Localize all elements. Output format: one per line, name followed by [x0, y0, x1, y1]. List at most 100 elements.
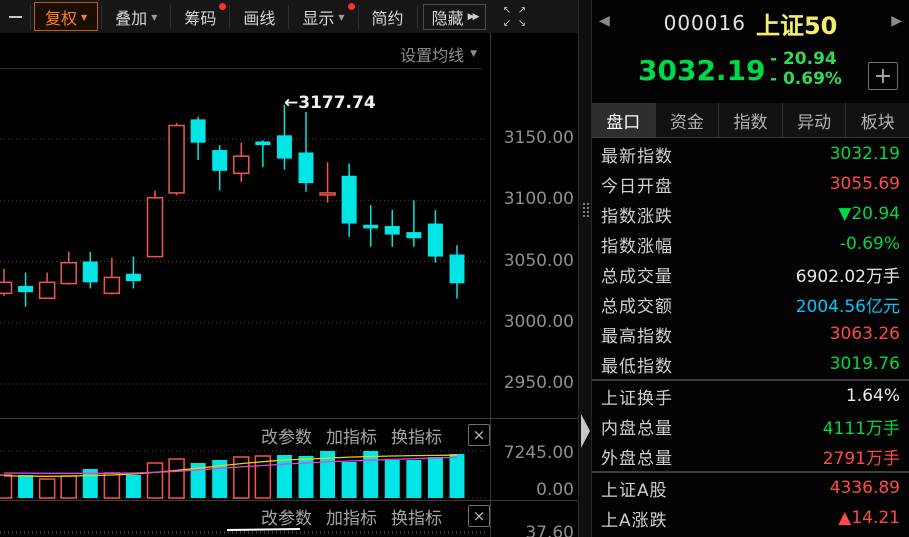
- indicator-axis-label: 37.60: [525, 523, 574, 537]
- tab-yidong[interactable]: 异动: [781, 103, 846, 137]
- toolbar-button-label: 复权: [45, 8, 78, 28]
- volume-pane-divider: [0, 418, 578, 419]
- prev-stock-arrow[interactable]: ◀: [599, 13, 610, 29]
- volume-pane-header: 改参数 加指标 换指标 ×: [261, 423, 490, 448]
- add-indicator-button[interactable]: 加指标: [326, 504, 377, 529]
- quote-row: 指数涨幅 -0.69%: [592, 229, 909, 259]
- quote-row: 最低指数 3019.76: [592, 349, 909, 379]
- ma-settings-button[interactable]: 设置均线 ▼: [400, 42, 477, 66]
- tab-zijin[interactable]: 资金: [654, 103, 719, 137]
- minimize-toolbar-button[interactable]: [0, 0, 30, 33]
- close-pane-button[interactable]: ×: [468, 424, 490, 446]
- panel-splitter[interactable]: [578, 0, 592, 537]
- collapse-panel-arrow[interactable]: [581, 414, 590, 448]
- quote-row: 最高指数 3063.26: [592, 319, 909, 349]
- toolbar-button-label: 画线: [243, 8, 276, 28]
- quote-row: 最新指数 3032.19: [592, 139, 909, 169]
- stock-name: 上证50: [755, 11, 838, 40]
- tab-bankuai[interactable]: 板块: [845, 103, 909, 137]
- chevron-down-icon: ▼: [338, 13, 345, 22]
- chart-area: 设置均线 ▼ ←3177.74 3150.00 3100.00 3050.00 300…: [0, 33, 578, 537]
- row-value: 6902.02万手: [795, 266, 900, 287]
- toolbar-button-display[interactable]: 显示 ▼: [289, 0, 357, 33]
- last-price: 3032.19: [638, 54, 766, 87]
- toolbar-divider: [416, 4, 418, 29]
- quote-header: ◀ 000016 上证50 ▶: [592, 0, 909, 46]
- double-chevron-right-icon: ▶▶: [467, 11, 480, 22]
- row-value: 4336.89: [829, 478, 900, 498]
- row-label: 最高指数: [601, 326, 673, 347]
- toolbar-button-hide-panel[interactable]: 隐藏 ▶▶: [422, 3, 487, 30]
- row-value: ▲14.21: [838, 508, 900, 528]
- quote-row: 上A涨跌 ▲14.21: [592, 503, 909, 533]
- volume-axis-zero-label: 0.00: [536, 480, 574, 500]
- expand-arrow-icon: ↗: [517, 4, 527, 16]
- minus-icon: [8, 15, 22, 18]
- toolbar-button-chips[interactable]: 筹码: [171, 0, 229, 33]
- row-value: 3019.76: [829, 354, 900, 374]
- y-axis-line: [490, 33, 491, 537]
- price-change: - 20.94 - 0.69%: [770, 49, 842, 89]
- next-stock-arrow[interactable]: ▶: [891, 13, 902, 29]
- quote-row: 上证换手 1.64%: [592, 381, 909, 411]
- plus-icon: +: [873, 63, 893, 89]
- notification-dot-icon: [347, 3, 355, 10]
- tab-zhishu[interactable]: 指数: [718, 103, 782, 137]
- tab-pankou[interactable]: 盘口: [592, 103, 655, 137]
- add-to-watchlist-button[interactable]: +: [868, 62, 898, 90]
- toolbar-button-label: 隐藏: [431, 8, 464, 28]
- chevron-down-icon: ▼: [81, 13, 88, 22]
- chevron-down-icon: ▼: [151, 13, 158, 22]
- quote-row: 指数涨跌 ▼20.94: [592, 199, 909, 229]
- fullscreen-expand-button[interactable]: ↖ ↗ ↙ ↘: [499, 4, 529, 30]
- price-tick-label: 3150.00: [503, 128, 574, 148]
- quote-row: 总成交量 6902.02万手: [592, 259, 909, 289]
- quote-row: 今日开盘 3055.69: [592, 169, 909, 199]
- row-label: 最新指数: [601, 146, 673, 167]
- toolbar-button-draw-line[interactable]: 画线: [230, 0, 288, 33]
- expand-arrow-icon: ↘: [517, 17, 527, 29]
- close-pane-button[interactable]: ×: [468, 505, 490, 527]
- trading-app: 复权 ▼ 叠加 ▼ 筹码 画线 显示 ▼ 简约 隐藏 ▶▶ ↖ ↗ ↙ ↘ 设置均线 ▼ ←3177.74…: [0, 0, 909, 537]
- quote-row: 总成交额 2004.56亿元: [592, 289, 909, 319]
- row-value: 1.64%: [845, 386, 900, 406]
- row-value: 2004.56亿元: [795, 296, 900, 317]
- row-value: 2791万手: [822, 448, 900, 469]
- volume-axis-max-label: 7245.00: [503, 443, 574, 463]
- change-percent: - 0.69%: [770, 69, 842, 89]
- toolbar-button-label: 简约: [371, 8, 404, 28]
- edit-params-button[interactable]: 改参数: [261, 504, 312, 529]
- toolbar-button-overlay[interactable]: 叠加 ▼: [102, 0, 170, 33]
- high-price-annotation: ←3177.74: [284, 93, 376, 113]
- quote-row: 上证A股 4336.89: [592, 473, 909, 503]
- chart-toolbar: 复权 ▼ 叠加 ▼ 筹码 画线 显示 ▼ 简约 隐藏 ▶▶ ↖ ↗ ↙ ↘: [0, 0, 578, 33]
- toolbar-button-simple-mode[interactable]: 简约: [359, 0, 417, 33]
- indicator-pane-header: 改参数 加指标 换指标 ×: [261, 504, 490, 529]
- quote-row: 内盘总量 4111万手: [592, 411, 909, 441]
- row-value: 3055.69: [829, 174, 900, 194]
- price-tick-label: 3050.00: [503, 250, 574, 271]
- switch-indicator-button[interactable]: 换指标: [391, 423, 442, 448]
- row-label: 指数涨幅: [601, 236, 673, 257]
- edit-params-button[interactable]: 改参数: [261, 423, 312, 448]
- ma-settings-label: 设置均线: [400, 46, 465, 65]
- row-label: 上证A股: [601, 480, 668, 501]
- toolbar-button-fuquan-adjust[interactable]: 复权 ▼: [34, 2, 99, 31]
- row-label: 上证换手: [601, 388, 673, 409]
- switch-indicator-button[interactable]: 换指标: [391, 504, 442, 529]
- add-indicator-button[interactable]: 加指标: [326, 423, 377, 448]
- expand-arrow-icon: ↙: [502, 17, 512, 29]
- price-tick-label: 2950.00: [503, 373, 574, 393]
- chart-header-divider: [0, 68, 482, 69]
- quote-row: 上证B股: [592, 533, 909, 537]
- row-label: 今日开盘: [601, 176, 673, 197]
- change-value: - 20.94: [770, 49, 837, 69]
- row-value: 3063.26: [829, 324, 900, 344]
- quote-summary: 3032.19 - 20.94 - 0.69% +: [592, 46, 909, 102]
- row-label: 指数涨跌: [601, 206, 673, 227]
- row-value: 3032.19: [829, 144, 900, 164]
- drag-grip-icon[interactable]: [582, 202, 590, 219]
- chevron-down-icon: ▼: [470, 49, 477, 59]
- row-label: 总成交量: [601, 266, 673, 287]
- toolbar-button-label: 显示: [302, 8, 335, 28]
